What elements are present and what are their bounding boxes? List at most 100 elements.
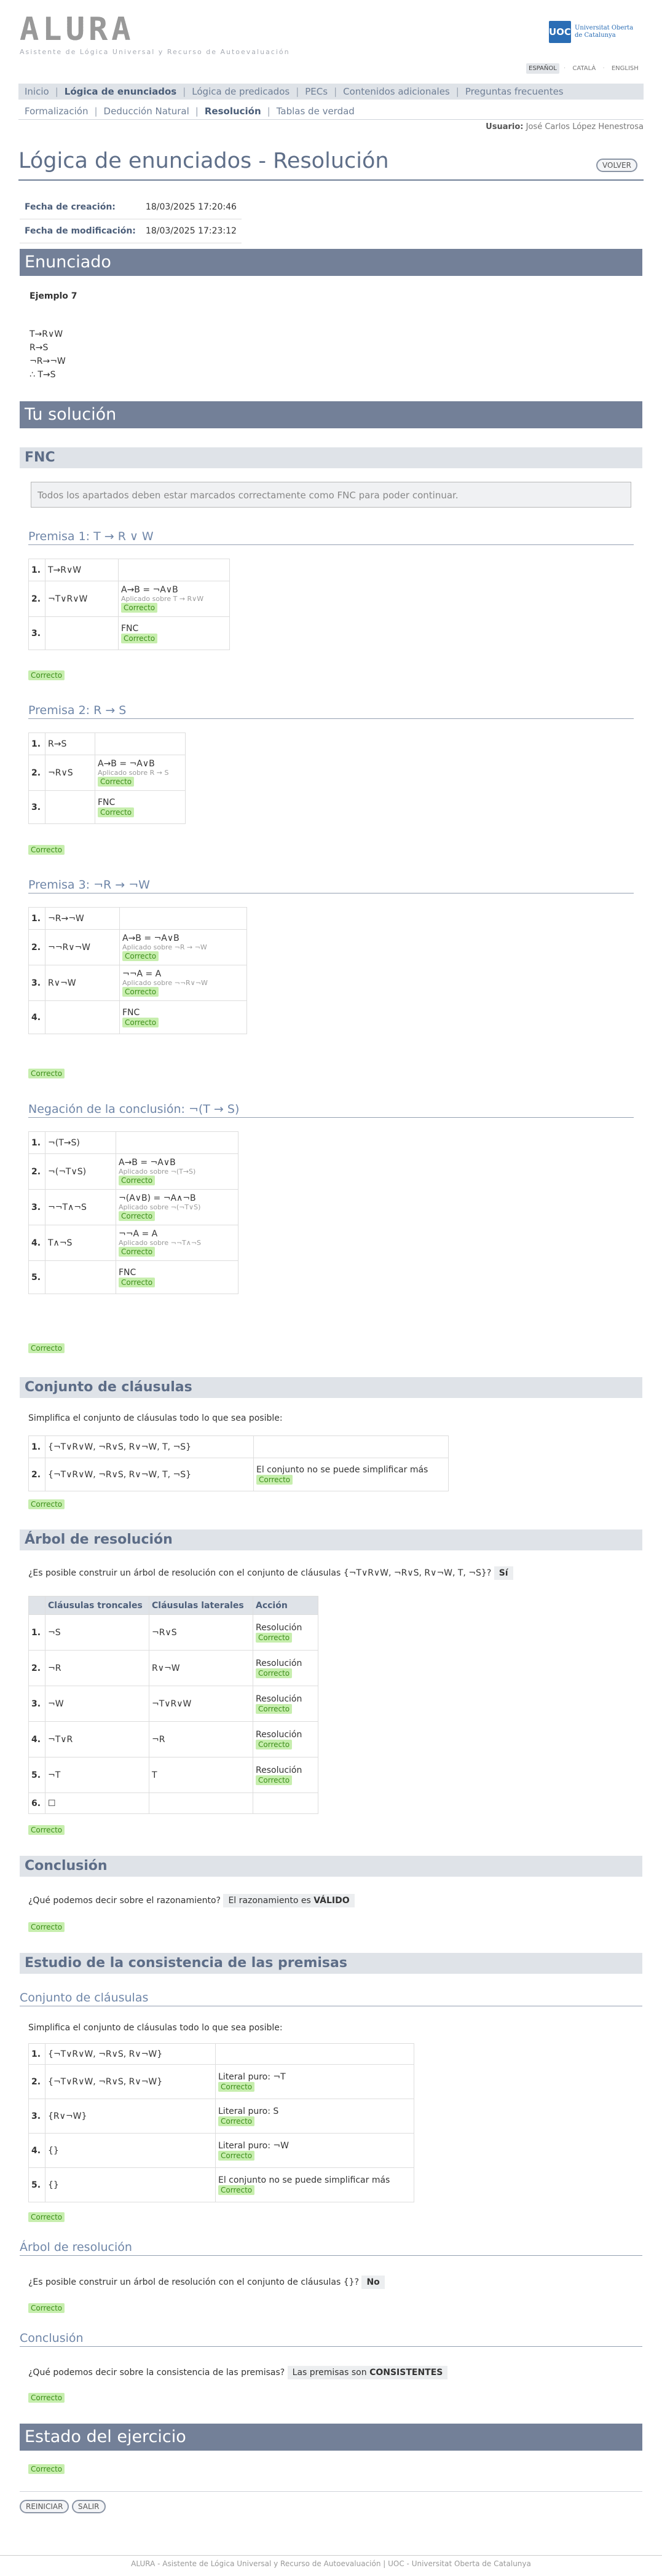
formula-cell: R∨¬W (45, 965, 120, 1001)
page-title: Lógica de enunciados - Resolución (18, 149, 389, 173)
rule-label: ¬¬A = A (122, 969, 162, 979)
premisa-1-table: 1. T→R∨W 2. ¬T∨R∨W A→B = ¬A∨B Aplicado sobr… (28, 559, 230, 650)
arbol-answer[interactable]: Sí (494, 1566, 513, 1580)
lang-es[interactable]: ESPAÑOL (526, 63, 559, 74)
row-number: 4. (28, 2133, 45, 2168)
row-number: 1. (28, 1614, 45, 1651)
uoc-logo[interactable]: UOC Universitat Oberta de Catalunya (549, 18, 642, 45)
action-label: Resolución (256, 1729, 302, 1740)
consistencia-conclusion-answer[interactable]: Las premisas son CONSISTENTES (287, 2366, 448, 2379)
consistencia-arbol-row: ¿Es posible construir un árbol de resolu… (28, 2276, 385, 2289)
rule-label: FNC (122, 1007, 140, 1018)
arbol-question-row: ¿Es posible construir un árbol de resolu… (28, 1566, 513, 1580)
col-accion: Acción (253, 1596, 318, 1615)
action-label: Resolución (256, 1658, 302, 1668)
clause-set: {¬T∨R∨W, ¬R∨S, R∨¬W, T, ¬S} (45, 1458, 254, 1491)
rule-label: FNC (119, 1267, 136, 1278)
trunk-clause: ¬S (45, 1614, 149, 1651)
pure-literal-note: Literal puro: ¬W (218, 2140, 289, 2151)
reiniciar-button[interactable]: REINICIAR (20, 2500, 69, 2513)
rule-label: FNC (98, 797, 116, 807)
empty-clause: ☐ (45, 1793, 149, 1814)
action-label: Resolución (256, 1622, 302, 1633)
clausulas-intro: Simplifica el conjunto de cláusulas todo… (28, 1413, 283, 1423)
modification-label: Fecha de modificación: (20, 219, 141, 243)
formula-cell (45, 790, 95, 824)
correct-badge: Correcto (256, 1474, 293, 1485)
fnc-heading: FNC (20, 447, 642, 468)
salir-button[interactable]: SALIR (71, 2500, 106, 2513)
consistencia-arbol-answer[interactable]: No (361, 2276, 385, 2289)
conclusion-heading: Conclusión (20, 1856, 642, 1877)
consistencia-conclusion-question: ¿Qué podemos decir sobre la consistencia… (28, 2368, 285, 2378)
formula-cell: T∧¬S (45, 1225, 116, 1261)
row-number: 4. (28, 1000, 45, 1034)
clause-set: {} (45, 2133, 216, 2168)
row-number: 3. (28, 790, 45, 824)
lateral-clause: T (149, 1757, 253, 1793)
negacion-correct: Correcto (28, 1343, 65, 1353)
applied-on: Aplicado sobre ¬¬T∧¬S (119, 1239, 202, 1247)
creation-label: Fecha de creación: (20, 195, 141, 219)
formula-cell: R→S (45, 732, 95, 755)
nav-logica-enunciados[interactable]: Lógica de enunciados (58, 86, 183, 97)
lang-ca[interactable]: CATALÀ (570, 63, 598, 74)
dates-table: Fecha de creación: 18/03/2025 17:20:46 Fe… (20, 195, 242, 243)
formula-cell: ¬(¬T∨S) (45, 1153, 116, 1190)
nav-faq[interactable]: Preguntas frecuentes (459, 86, 570, 97)
nav-pecs[interactable]: PECs (299, 86, 334, 97)
nav-inicio[interactable]: Inicio (18, 86, 55, 97)
row-number: 5. (28, 2167, 45, 2202)
clause-set: {¬T∨R∨W, ¬R∨S, R∨¬W, T, ¬S} (45, 1435, 254, 1458)
volver-button[interactable]: VOLVER (596, 159, 637, 172)
row-number: 3. (28, 1686, 45, 1722)
clause-set: {¬T∨R∨W, ¬R∨S, R∨¬W} (45, 2043, 216, 2065)
clausulas-table: 1. {¬T∨R∨W, ¬R∨S, R∨¬W, T, ¬S} 2. {¬T∨R∨W,… (28, 1435, 449, 1491)
alura-logo: ALURA Asistente de Lógica Universal y Re… (20, 14, 290, 56)
consistencia-conclusion-title: Conclusión (20, 2331, 642, 2347)
subnav-resolucion[interactable]: Resolución (199, 106, 267, 117)
correct-badge: Correcto (256, 1668, 293, 1678)
negacion-title: Negación de la conclusión: ¬(T → S) (28, 1102, 634, 1118)
clause-set: {R∨¬W} (45, 2099, 216, 2134)
formula-line: ¬R→¬W (30, 356, 66, 366)
nav-contenidos[interactable]: Contenidos adicionales (337, 86, 456, 97)
consistencia-arbol-question: ¿Es posible construir un árbol de resolu… (28, 2277, 360, 2287)
row-number: 6. (28, 1793, 45, 1814)
row-number: 2. (28, 755, 45, 791)
lateral-clause: ¬R∨S (149, 1614, 253, 1651)
applied-on: Aplicado sobre T → R∨W (121, 595, 204, 603)
subnav-tablas[interactable]: Tablas de verdad (270, 106, 361, 117)
bottom-divider (20, 2491, 642, 2492)
rule-label: ¬(A∨B) = ¬A∧¬B (119, 1193, 196, 1203)
clausulas-heading: Conjunto de cláusulas (20, 1377, 642, 1398)
applied-on: Aplicado sobre ¬(¬T∨S) (119, 1203, 201, 1211)
example-title: Ejemplo 7 (30, 291, 77, 301)
simplify-note: El conjunto no se puede simplificar más (256, 1464, 428, 1475)
row-number: 2. (28, 929, 45, 965)
formula-cell (45, 1000, 120, 1034)
pure-literal-note: Literal puro: S (218, 2106, 279, 2116)
col-troncales: Cláusulas troncales (45, 1596, 149, 1615)
row-number: 1. (28, 907, 45, 930)
lang-en[interactable]: ENGLISH (609, 63, 641, 74)
premisa-3-correct: Correcto (28, 1069, 65, 1078)
estado-correct: Correcto (28, 2464, 65, 2474)
row-number: 4. (28, 1225, 45, 1261)
clause-set: {} (45, 2167, 216, 2202)
conclusion-question: ¿Qué podemos decir sobre el razonamiento… (28, 1896, 221, 1906)
subnav-deduccion[interactable]: Deducción Natural (98, 106, 195, 117)
arbol-question: ¿Es posible construir un árbol de resolu… (28, 1568, 492, 1578)
premisa-3-table: 1. ¬R→¬W 2. ¬¬R∨¬W A→B = ¬A∨B Aplicado sobr… (28, 907, 247, 1034)
conclusion-answer[interactable]: El razonamiento es VÁLIDO (223, 1894, 355, 1907)
row-number: 3. (28, 2099, 45, 2134)
user-name: José Carlos López Henestrosa (526, 122, 644, 132)
nav-logica-predicados[interactable]: Lógica de predicados (186, 86, 296, 97)
subnav-formalizacion[interactable]: Formalización (18, 106, 94, 117)
correct-badge: Correcto (98, 777, 135, 787)
correct-badge: Correcto (256, 1739, 293, 1749)
rule-label: FNC (121, 623, 139, 634)
correct-badge: Correcto (121, 603, 158, 613)
consistencia-table: 1. {¬T∨R∨W, ¬R∨S, R∨¬W} 2. {¬T∨R∨W, ¬R∨S, … (28, 2043, 414, 2202)
row-number: 3. (28, 1189, 45, 1225)
